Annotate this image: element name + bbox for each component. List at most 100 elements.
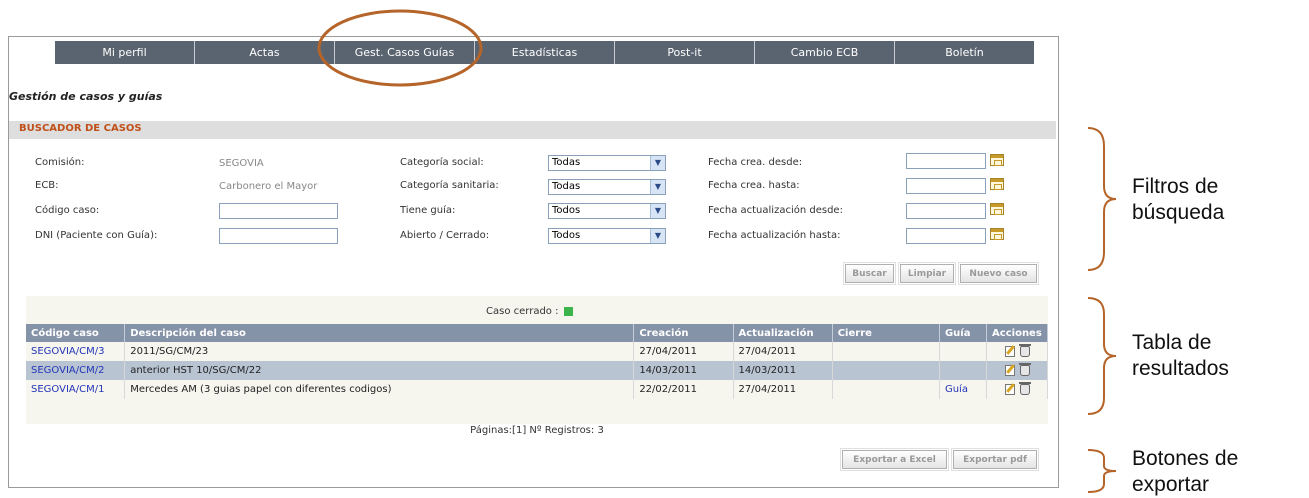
case-link[interactable]: SEGOVIA/CM/2 (31, 365, 104, 376)
categoria-social-select[interactable]: Todas ▼ (548, 155, 666, 171)
abierto-cerrado-select[interactable]: Todos ▼ (548, 228, 666, 244)
results-table: Código caso Descripción del caso Creació… (26, 324, 1048, 399)
edit-icon[interactable] (1004, 365, 1015, 376)
case-link[interactable]: SEGOVIA/CM/1 (31, 384, 104, 395)
nav-boletin[interactable]: Boletín (895, 41, 1034, 64)
callout-line: exportar (1132, 473, 1210, 496)
table-row: SEGOVIA/CM/2 anterior HST 10/SG/CM/22 14… (26, 361, 1048, 380)
callout-line: búsqueda (1132, 201, 1225, 224)
ecb-value: Carbonero el Mayor (219, 181, 318, 192)
edit-icon[interactable] (1004, 346, 1015, 357)
dni-label: DNI (Paciente con Guía): (35, 230, 158, 241)
nav-cambio-ecb[interactable]: Cambio ECB (755, 41, 895, 64)
export-excel-button[interactable]: Exportar a Excel (840, 448, 949, 471)
col-codigo[interactable]: Código caso (26, 324, 126, 342)
col-actualizacion[interactable]: Actualización (733, 324, 833, 342)
actions-cell (986, 361, 1048, 380)
calendar-icon[interactable] (990, 203, 1004, 215)
chevron-down-icon: ▼ (650, 156, 665, 170)
bracket-botones (1087, 449, 1117, 493)
nav-estadisticas[interactable]: Estadísticas (475, 41, 615, 64)
pagination: Páginas:[1] Nº Registros: 3 (470, 425, 604, 436)
bracket-filtros (1087, 127, 1117, 271)
descripcion-cell: 2011/SG/CM/23 (124, 342, 635, 361)
creacion-cell: 14/03/2011 (633, 361, 734, 380)
table-row: SEGOVIA/CM/3 2011/SG/CM/23 27/04/2011 27… (26, 342, 1048, 361)
delete-icon[interactable] (1018, 382, 1031, 395)
nav-mi-perfil[interactable]: Mi perfil (55, 41, 195, 64)
callout-filtros: Filtros de búsqueda (1132, 174, 1224, 226)
calendar-icon[interactable] (990, 228, 1004, 240)
codigo-cell[interactable]: SEGOVIA/CM/3 (26, 342, 126, 361)
table-row: SEGOVIA/CM/1 Mercedes AM (3 guias papel … (26, 380, 1048, 399)
fecha-crea-hasta-input[interactable] (906, 178, 986, 194)
tiene-guia-value: Todos (552, 205, 581, 216)
cierre-cell (832, 361, 940, 380)
codigo-caso-label: Código caso: (35, 205, 100, 216)
nav-actas[interactable]: Actas (195, 41, 335, 64)
creacion-cell: 22/02/2011 (633, 380, 734, 399)
search-section-header: BUSCADOR DE CASOS (9, 121, 1056, 139)
codigo-cell[interactable]: SEGOVIA/CM/1 (26, 380, 126, 399)
callout-line: Botones de (1132, 447, 1239, 470)
nuevo-caso-button[interactable]: Nuevo caso (958, 262, 1039, 285)
col-descripcion[interactable]: Descripción del caso (124, 324, 635, 342)
codigo-caso-input[interactable] (219, 203, 338, 219)
edit-icon[interactable] (1004, 384, 1015, 395)
abierto-cerrado-value: Todos (552, 230, 581, 241)
main-nav: Mi perfil Actas Gest. Casos Guías Estadí… (55, 41, 1034, 64)
fecha-crea-desde-input[interactable] (906, 153, 986, 169)
dni-input[interactable] (219, 228, 338, 244)
comision-value: SEGOVIA (219, 158, 264, 169)
col-cierre[interactable]: Cierre (832, 324, 940, 342)
callout-botones: Botones de exportar (1132, 446, 1238, 498)
delete-icon[interactable] (1018, 344, 1031, 357)
bracket-tabla (1087, 297, 1117, 415)
calendar-icon[interactable] (990, 178, 1004, 190)
closed-case-indicator (564, 306, 574, 316)
callout-line: Filtros de (1132, 175, 1219, 198)
creacion-cell: 27/04/2011 (633, 342, 734, 361)
guia-cell (939, 342, 988, 361)
callout-line: resultados (1132, 357, 1229, 380)
delete-icon[interactable] (1018, 363, 1031, 376)
guia-link[interactable]: Guía (945, 384, 968, 395)
callout-tabla: Tabla de resultados (1132, 330, 1229, 382)
nav-post-it[interactable]: Post-it (615, 41, 755, 64)
descripcion-cell: anterior HST 10/SG/CM/22 (124, 361, 635, 380)
codigo-cell[interactable]: SEGOVIA/CM/2 (26, 361, 126, 380)
actions-cell (986, 342, 1048, 361)
page-title: Gestión de casos y guías (9, 90, 163, 103)
categoria-sanitaria-label: Categoría sanitaria: (400, 180, 499, 191)
comision-label: Comisión: (35, 157, 85, 168)
chevron-down-icon: ▼ (650, 204, 665, 218)
legend-label: Caso cerrado : (486, 306, 559, 317)
cierre-cell (832, 342, 940, 361)
tiene-guia-select[interactable]: Todos ▼ (548, 203, 666, 219)
actions-cell (986, 380, 1048, 399)
buscar-button[interactable]: Buscar (843, 262, 896, 285)
guia-cell (939, 361, 988, 380)
guia-cell: Guía (939, 380, 988, 399)
col-acciones: Acciones (986, 324, 1048, 342)
actualizacion-cell: 27/04/2011 (733, 380, 833, 399)
col-guia[interactable]: Guía (939, 324, 988, 342)
fecha-crea-desde-label: Fecha crea. desde: (708, 157, 803, 168)
ecb-label: ECB: (35, 180, 59, 191)
fecha-act-hasta-input[interactable] (906, 228, 986, 244)
export-pdf-button[interactable]: Exportar pdf (951, 448, 1039, 471)
calendar-icon[interactable] (990, 154, 1004, 166)
section-title: BUSCADOR DE CASOS (19, 123, 142, 134)
case-link[interactable]: SEGOVIA/CM/3 (31, 346, 104, 357)
actualizacion-cell: 27/04/2011 (733, 342, 833, 361)
fecha-crea-hasta-label: Fecha crea. hasta: (708, 180, 800, 191)
fecha-act-desde-input[interactable] (906, 203, 986, 219)
abierto-cerrado-label: Abierto / Cerrado: (400, 230, 490, 241)
col-creacion[interactable]: Creación (633, 324, 734, 342)
table-header: Código caso Descripción del caso Creació… (26, 324, 1048, 342)
fecha-act-hasta-label: Fecha actualización hasta: (708, 230, 841, 241)
legend: Caso cerrado : (486, 306, 574, 317)
chevron-down-icon: ▼ (650, 180, 665, 194)
limpiar-button[interactable]: Limpiar (898, 262, 956, 285)
categoria-sanitaria-select[interactable]: Todas ▼ (548, 179, 666, 195)
